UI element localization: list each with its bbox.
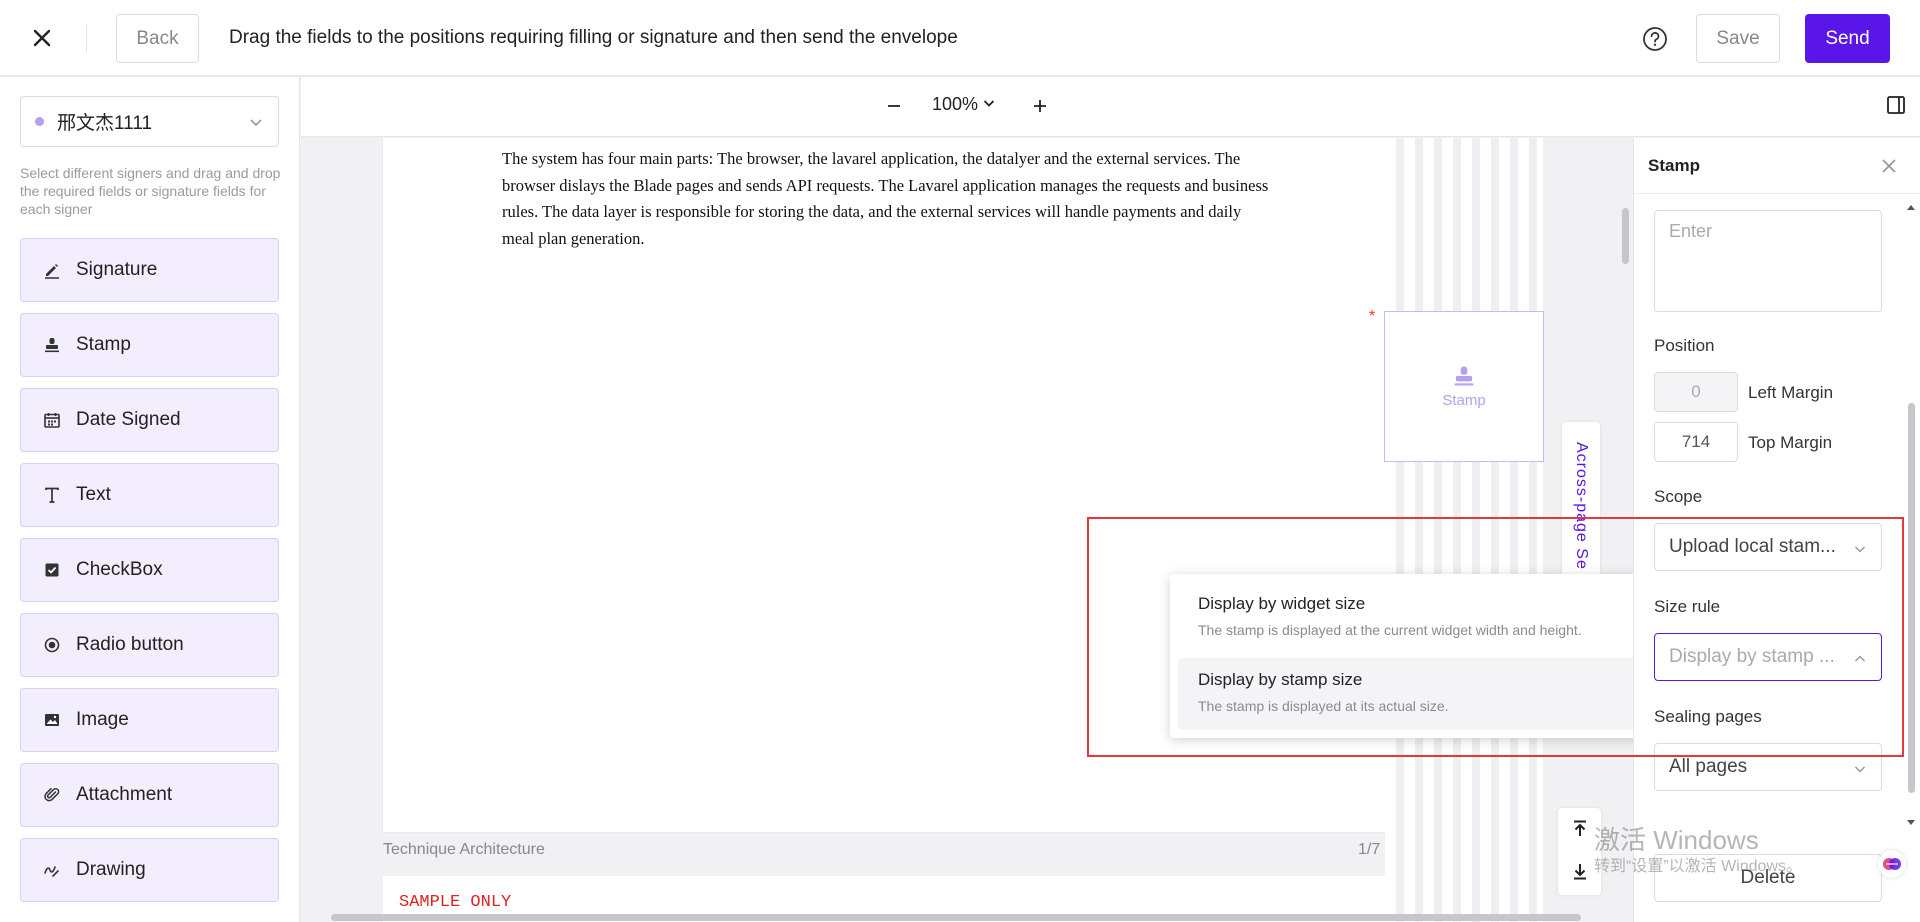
size-rule-dropdown: Display by widget size The stamp is disp… — [1170, 574, 1644, 738]
page-indicator: 1/7 — [1358, 841, 1381, 858]
size-rule-value: Display by stamp ... — [1669, 646, 1835, 667]
field-signature[interactable]: Signature — [20, 238, 279, 302]
zoom-select[interactable]: 100% — [932, 94, 996, 115]
document-toolbar: 100% — [301, 77, 1920, 137]
top-margin-label: Top Margin — [1748, 433, 1833, 452]
chevron-down-icon — [1853, 760, 1867, 774]
instruction-text: Drag the fields to the positions requiri… — [229, 27, 958, 48]
stamp-widget-label: Stamp — [1442, 392, 1486, 409]
properties-panel: Stamp Enter Position 0 Left Margin 714 T… — [1633, 138, 1920, 922]
chevron-up-icon — [1853, 650, 1867, 664]
sealing-pages-value: All pages — [1669, 756, 1748, 777]
calendar-icon — [43, 411, 61, 429]
field-label: Radio button — [76, 634, 184, 655]
field-date-signed[interactable]: Date Signed — [20, 388, 279, 452]
size-rule-label: Size rule — [1654, 597, 1721, 616]
horizontal-scrollbar[interactable] — [331, 914, 1581, 921]
field-drawing[interactable]: Drawing — [20, 838, 279, 902]
field-attachment[interactable]: Attachment — [20, 763, 279, 827]
required-marker: * — [1369, 308, 1376, 325]
windows-activation-subtitle: 转到“设置”以激活 Windows。 — [1594, 858, 1803, 875]
panel-scrollbar[interactable] — [1908, 403, 1915, 793]
page-sample-text: SAMPLE ONLY — [399, 893, 512, 912]
first-page-icon[interactable] — [1569, 818, 1591, 840]
field-checkbox[interactable]: CheckBox — [20, 538, 279, 602]
field-label: Image — [76, 709, 129, 730]
scope-label: Scope — [1654, 487, 1703, 506]
option-description: The stamp is displayed at its actual siz… — [1198, 698, 1449, 714]
scope-value: Upload local stam... — [1669, 536, 1836, 557]
vertical-scrollbar[interactable] — [1622, 208, 1629, 264]
radio-icon — [43, 636, 61, 654]
chevron-down-icon — [248, 114, 264, 130]
top-bar: Back Drag the fields to the positions re… — [0, 0, 1920, 76]
page-paragraph: The system has four main parts: The brow… — [502, 149, 1269, 248]
field-label: Date Signed — [76, 409, 181, 430]
stamp-text-input[interactable]: Enter — [1654, 210, 1882, 312]
paperclip-icon — [43, 786, 61, 804]
size-rule-select[interactable]: Display by stamp ... — [1654, 633, 1882, 681]
scope-select[interactable]: Upload local stam... — [1654, 523, 1882, 571]
field-label: Stamp — [76, 334, 131, 355]
assistant-icon[interactable] — [1878, 850, 1906, 878]
field-label: Attachment — [76, 784, 173, 805]
help-icon[interactable] — [1642, 26, 1668, 52]
panel-header: Stamp — [1634, 138, 1920, 194]
zoom-out-icon[interactable] — [881, 93, 907, 119]
sidebar-help-text: Select different signers and drag and dr… — [20, 165, 281, 217]
option-stamp-size[interactable]: Display by stamp size The stamp is displ… — [1178, 658, 1636, 730]
divider — [86, 24, 87, 52]
field-text[interactable]: Text — [20, 463, 279, 527]
document-viewer: The system has four main parts: The brow… — [301, 138, 1633, 922]
across-page-seal-strip — [1385, 138, 1543, 922]
sealing-pages-select[interactable]: All pages — [1654, 743, 1882, 791]
drawing-icon — [43, 861, 61, 879]
field-label: Drawing — [76, 859, 146, 880]
field-label: Signature — [76, 259, 158, 280]
chevron-down-icon — [982, 94, 996, 115]
panel-title: Stamp — [1648, 156, 1700, 175]
image-icon — [43, 711, 61, 729]
option-widget-size[interactable]: Display by widget size The stamp is disp… — [1178, 582, 1636, 654]
option-title: Display by widget size — [1198, 594, 1366, 613]
top-margin-input[interactable]: 714 — [1654, 422, 1738, 462]
left-margin-label: Left Margin — [1748, 383, 1834, 402]
field-label: CheckBox — [76, 559, 163, 580]
sealing-pages-label: Sealing pages — [1654, 707, 1762, 726]
scroll-down-icon[interactable] — [1906, 814, 1916, 825]
option-description: The stamp is displayed at the current wi… — [1198, 622, 1582, 638]
checkbox-icon — [43, 561, 61, 579]
panel-toggle-icon[interactable] — [1885, 94, 1907, 116]
option-title: Display by stamp size — [1198, 670, 1363, 689]
zoom-value: 100% — [932, 94, 979, 114]
chevron-down-icon — [1853, 540, 1867, 554]
close-icon[interactable] — [28, 24, 56, 52]
field-image[interactable]: Image — [20, 688, 279, 752]
field-radio-button[interactable]: Radio button — [20, 613, 279, 677]
text-icon — [43, 486, 61, 504]
signer-name: 邢文杰1111 — [57, 113, 153, 134]
across-page-seal-tab[interactable]: Across-page Se — [1562, 422, 1600, 580]
stamp-icon — [1454, 366, 1474, 386]
field-stamp[interactable]: Stamp — [20, 313, 279, 377]
position-label: Position — [1654, 336, 1715, 355]
left-margin-input[interactable]: 0 — [1654, 372, 1738, 412]
across-page-seal-label: Across-page Se — [1573, 442, 1590, 570]
signature-icon — [43, 261, 61, 279]
save-button[interactable]: Save — [1696, 14, 1780, 63]
back-button[interactable]: Back — [116, 14, 199, 63]
send-button[interactable]: Send — [1805, 14, 1890, 63]
field-sidebar: 邢文杰1111 Select different signers and dra… — [0, 77, 300, 922]
field-label: Text — [76, 484, 111, 505]
stamp-icon — [43, 336, 61, 354]
signer-color-dot — [35, 117, 44, 126]
stamp-widget[interactable]: Stamp — [1384, 311, 1544, 462]
close-icon[interactable] — [1879, 156, 1899, 176]
signer-select[interactable]: 邢文杰1111 — [20, 96, 279, 147]
page-footer-title: Technique Architecture — [383, 841, 545, 858]
last-page-icon[interactable] — [1569, 860, 1591, 882]
zoom-in-icon[interactable] — [1027, 93, 1053, 119]
scroll-up-icon[interactable] — [1906, 198, 1916, 210]
